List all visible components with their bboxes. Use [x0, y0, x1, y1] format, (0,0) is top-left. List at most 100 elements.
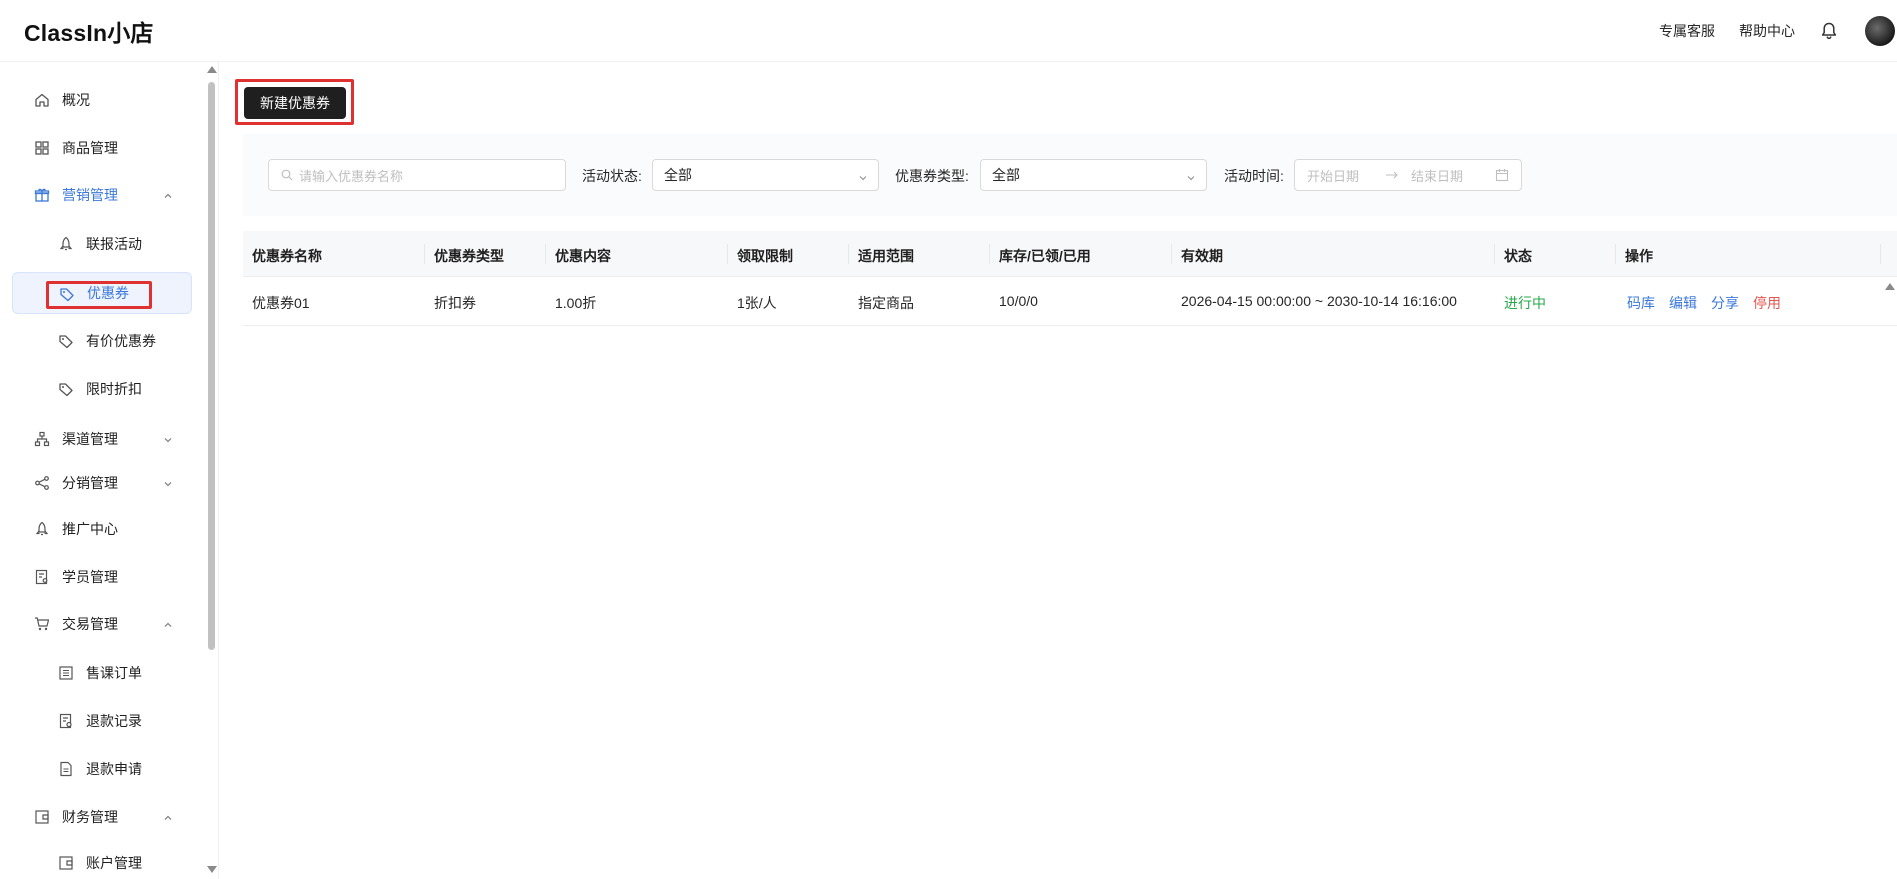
column-divider	[1171, 244, 1172, 264]
sidebar-item-label: 联报活动	[86, 236, 142, 252]
calendar-icon	[1495, 168, 1509, 182]
column-header: 优惠内容	[555, 248, 611, 264]
scroll-up-arrow-icon[interactable]	[1885, 283, 1895, 290]
filter-bar: 请输入优惠券名称 活动状态: 全部 优惠券类型: 全部 活动时间: 开始日期 结…	[243, 134, 1897, 216]
column-header: 适用范围	[858, 248, 914, 264]
chevron-down-icon	[858, 170, 868, 181]
top-header: ClassIn小店 专属客服 帮助中心	[0, 0, 1897, 62]
sidebar-item-label: 优惠券	[87, 285, 129, 301]
sidebar-item-label: 账户管理	[86, 855, 142, 871]
tag-icon	[58, 333, 74, 349]
share-link[interactable]: 分享	[1711, 293, 1739, 313]
chevron-down-icon	[162, 433, 174, 445]
start-date-input[interactable]: 开始日期	[1307, 166, 1385, 185]
column-divider	[1880, 244, 1881, 264]
column-header: 操作	[1625, 248, 1653, 264]
chevron-up-icon	[162, 189, 174, 201]
student-icon	[34, 569, 50, 585]
scope-cell: 指定商品	[858, 295, 914, 311]
chevron-down-icon	[1186, 170, 1196, 181]
column-header: 状态	[1504, 248, 1532, 264]
date-range-picker[interactable]: 开始日期 结束日期	[1294, 159, 1522, 191]
sidebar-item-label: 概况	[62, 92, 90, 108]
chevron-up-icon	[162, 618, 174, 630]
share-icon	[34, 475, 50, 491]
type-select[interactable]: 全部	[980, 159, 1207, 191]
sidebar-item-refund-records[interactable]: 退款记录	[12, 700, 192, 742]
sidebar-item-flash-discount[interactable]: 限时折扣	[12, 368, 192, 410]
sidebar-item-finance[interactable]: 财务管理	[12, 796, 192, 838]
column-divider	[1615, 244, 1616, 264]
status-select-value: 全部	[664, 167, 692, 183]
list-icon	[58, 665, 74, 681]
gift-icon	[34, 187, 50, 203]
header-actions: 专属客服 帮助中心	[1659, 0, 1897, 62]
table-row: 优惠券01 折扣券 1.00折 1张/人 指定商品 10/0/0 2026-04…	[243, 277, 1897, 326]
bell-icon[interactable]	[1819, 21, 1839, 41]
wallet-icon	[58, 855, 74, 871]
end-date-input[interactable]: 结束日期	[1411, 166, 1493, 185]
scroll-down-arrow-icon[interactable]	[207, 866, 217, 873]
column-header: 优惠券类型	[434, 248, 504, 264]
sidebar-item-label: 退款记录	[86, 713, 142, 729]
org-icon	[34, 431, 50, 447]
rocket-icon	[34, 521, 50, 537]
search-icon	[281, 169, 293, 181]
avatar[interactable]	[1865, 16, 1895, 46]
tag-icon	[58, 381, 74, 397]
sidebar-item-label: 营销管理	[62, 187, 118, 203]
help-center-link[interactable]: 帮助中心	[1739, 21, 1795, 41]
sidebar-item-label: 渠道管理	[62, 431, 118, 447]
chevron-down-icon	[162, 477, 174, 489]
refund-icon	[58, 713, 74, 729]
sidebar-item-accounts[interactable]: 账户管理	[12, 842, 192, 879]
coupon-search-input[interactable]: 请输入优惠券名称	[268, 159, 566, 191]
disable-link[interactable]: 停用	[1753, 293, 1781, 313]
sidebar-item-label: 推广中心	[62, 521, 118, 537]
sidebar-item-label: 退款申请	[86, 761, 142, 777]
sidebar-item-label: 交易管理	[62, 616, 118, 632]
sidebar-item-joint-activity[interactable]: 联报活动	[12, 223, 192, 265]
search-placeholder: 请输入优惠券名称	[299, 168, 404, 184]
status-select[interactable]: 全部	[652, 159, 879, 191]
column-divider	[989, 244, 990, 264]
code-library-link[interactable]: 码库	[1627, 293, 1655, 313]
sidebar-item-transactions[interactable]: 交易管理	[12, 603, 192, 645]
new-coupon-button[interactable]: 新建优惠券	[244, 87, 346, 119]
cart-icon	[34, 616, 50, 632]
sidebar-item-channels[interactable]: 渠道管理	[12, 418, 192, 460]
table-header: 优惠券名称 优惠券类型 优惠内容 领取限制 适用范围 库存/已领/已用 有效期 …	[243, 231, 1897, 277]
scroll-up-arrow-icon[interactable]	[207, 66, 217, 73]
edit-link[interactable]: 编辑	[1669, 293, 1697, 313]
main-scrollbar[interactable]	[1883, 277, 1897, 879]
sidebar-item-distribution[interactable]: 分销管理	[12, 462, 192, 504]
sidebar-item-marketing[interactable]: 营销管理	[12, 174, 192, 216]
sidebar-item-refund-requests[interactable]: 退款申请	[12, 748, 192, 790]
type-select-value: 全部	[992, 167, 1020, 183]
chevron-up-icon	[162, 811, 174, 823]
sidebar-item-products[interactable]: 商品管理	[12, 127, 192, 169]
sidebar-item-label: 学员管理	[62, 569, 118, 585]
sidebar-item-coupons[interactable]: 优惠券	[12, 272, 192, 314]
wallet-icon	[34, 809, 50, 825]
sidebar-item-label: 限时折扣	[86, 381, 142, 397]
sidebar-item-label: 财务管理	[62, 809, 118, 825]
sidebar-item-label: 有价优惠券	[86, 333, 156, 349]
sidebar-item-course-orders[interactable]: 售课订单	[12, 652, 192, 694]
app-logo[interactable]: ClassIn小店	[24, 14, 154, 48]
customer-service-link[interactable]: 专属客服	[1659, 21, 1715, 41]
sidebar-item-students[interactable]: 学员管理	[12, 556, 192, 598]
sidebar-scrollbar[interactable]	[205, 62, 217, 879]
home-icon	[34, 92, 50, 108]
coupon-type-cell: 折扣券	[434, 295, 476, 311]
sidebar-item-paid-coupons[interactable]: 有价优惠券	[12, 320, 192, 362]
sidebar: 概况 商品管理 营销管理 联报活动 优惠券 有价优惠券 限时折扣 渠道管理 分销…	[0, 62, 218, 879]
arrow-right-icon	[1385, 170, 1399, 180]
scrollbar-thumb[interactable]	[208, 82, 215, 650]
column-divider	[848, 244, 849, 264]
content-divider	[218, 62, 219, 879]
sidebar-item-promotion-center[interactable]: 推广中心	[12, 508, 192, 550]
sidebar-item-overview[interactable]: 概况	[12, 79, 192, 121]
claim-limit-cell: 1张/人	[737, 295, 777, 311]
column-divider	[727, 244, 728, 264]
